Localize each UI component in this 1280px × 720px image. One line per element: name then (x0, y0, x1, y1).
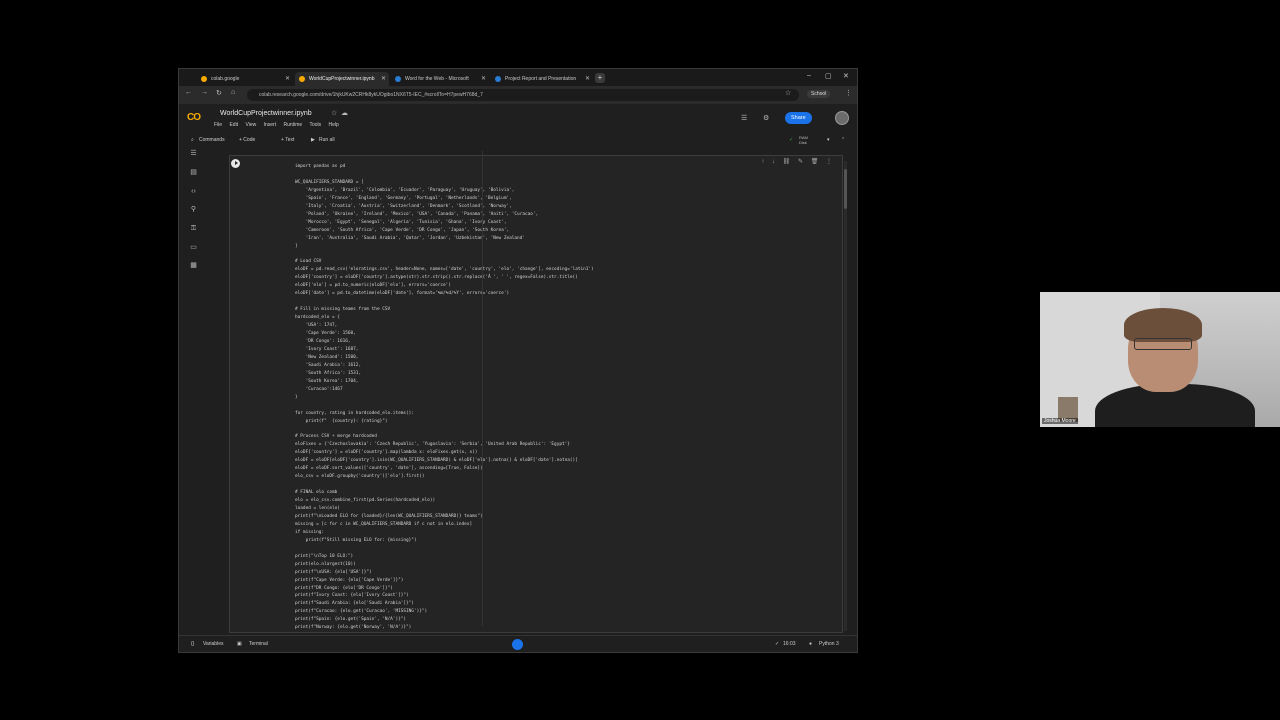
tab-colab-google[interactable]: colab.google ✕ (197, 72, 293, 86)
close-icon[interactable]: ✕ (585, 72, 590, 86)
terminal-button[interactable]: Terminal (249, 641, 268, 647)
tab-project-report[interactable]: Project Report and Presentation ✕ (491, 72, 593, 86)
run-cell-button[interactable] (231, 159, 240, 168)
new-tab-button[interactable]: + (595, 73, 605, 83)
menu-bar: File Edit View Insert Runtime Tools Help (214, 122, 345, 128)
resource-meter[interactable]: RAM Disk (799, 135, 808, 145)
line-length-guide (482, 151, 483, 626)
colab-header: CO WorldCupProjectwinner.ipynb ☆ ☁ File … (179, 104, 857, 134)
runtime-dropdown-icon[interactable]: ▾ (827, 137, 830, 143)
notebook-area: import pandas as pd WC_QUALIFIERS_STANDA… (209, 151, 843, 633)
code-snippets-icon[interactable]: ‹› (189, 187, 198, 196)
code-cell[interactable]: import pandas as pd WC_QUALIFIERS_STANDA… (229, 155, 843, 633)
status-bar: {} Variables ▣ Terminal ✓ 16:03 ● Python… (179, 635, 857, 652)
floating-action-button[interactable] (512, 639, 523, 650)
link-icon[interactable]: ⛓ (783, 159, 791, 165)
tab-label: colab.google (211, 76, 240, 82)
commands-button[interactable]: Commands (199, 137, 225, 143)
tab-strip: colab.google ✕ WorldCupProjectwinner.ipy… (179, 69, 857, 86)
tab-label: WorldCupProjectwinner.ipynb (309, 76, 375, 82)
webcam-overlay: Joshua Moore (1040, 292, 1280, 427)
check-icon: ✓ (775, 641, 780, 647)
secrets-key-icon[interactable]: ⚿ (189, 224, 198, 233)
code-editor[interactable]: import pandas as pd WC_QUALIFIERS_STANDA… (295, 163, 594, 632)
run-all-icon[interactable]: ▶ (311, 137, 315, 143)
maximize-icon[interactable]: ▢ (825, 72, 832, 80)
webcam-person-hair (1124, 308, 1202, 342)
tab-word[interactable]: Word for the Web - Microsoft ✕ (391, 72, 489, 86)
back-icon[interactable]: ← (185, 89, 192, 96)
colab-favicon (299, 76, 305, 82)
tab-label: Word for the Web - Microsoft (405, 76, 469, 82)
connected-check-icon: ✓ (789, 137, 794, 143)
menu-runtime[interactable]: Runtime (284, 122, 303, 128)
share-button[interactable]: Share (785, 112, 812, 124)
close-icon[interactable]: ✕ (285, 72, 290, 86)
address-bar-row: ← → ↻ ⌂ colab.research.google.com/drive/… (179, 86, 857, 104)
notebook-toolbar: ⌕ Commands + Code + Text ▶ Run all ✓ RAM… (179, 134, 857, 147)
notes-icon[interactable]: ▤ (189, 168, 198, 177)
add-code-button[interactable]: + Code (239, 137, 255, 143)
variables-icon[interactable]: {} (191, 641, 194, 647)
avatar[interactable] (835, 111, 849, 125)
word-favicon (395, 76, 401, 82)
browser-window: colab.google ✕ WorldCupProjectwinner.ipy… (178, 68, 858, 653)
commands-icon[interactable]: ⌕ (191, 137, 194, 143)
cell-toolbar: ↑ ↓ ⛓ ✎ 🗑 ⋮ (755, 158, 832, 165)
left-sidebar: ☰ ▤ ‹› ⚲ ⚿ ▭ ▦ (179, 149, 209, 634)
edit-icon[interactable]: ✎ (798, 159, 803, 165)
search-icon[interactable]: ⚲ (189, 205, 198, 214)
more-icon[interactable]: ⋮ (826, 159, 832, 165)
close-icon[interactable]: ✕ (381, 72, 386, 86)
close-window-icon[interactable]: ✕ (843, 72, 849, 80)
execution-time: 16:03 (783, 641, 796, 647)
menu-view[interactable]: View (245, 122, 256, 128)
minimize-icon[interactable]: – (807, 72, 811, 79)
notebook-title[interactable]: WorldCupProjectwinner.ipynb (220, 110, 312, 117)
menu-edit[interactable]: Edit (229, 122, 238, 128)
close-icon[interactable]: ✕ (481, 72, 486, 86)
home-icon[interactable]: ⌂ (231, 89, 235, 96)
webcam-person-glasses (1134, 338, 1192, 350)
menu-tools[interactable]: Tools (309, 122, 321, 128)
run-all-button[interactable]: Run all (319, 137, 335, 143)
url-field[interactable]: colab.research.google.com/drive/1hjkUKw2… (247, 89, 799, 101)
move-down-icon[interactable]: ↓ (772, 159, 775, 165)
word-favicon (495, 76, 501, 82)
settings-icon[interactable]: ⚙ (763, 114, 769, 122)
tab-notebook[interactable]: WorldCupProjectwinner.ipynb ✕ (295, 72, 389, 86)
variables-button[interactable]: Variables (203, 641, 223, 647)
scrollbar-thumb[interactable] (844, 169, 847, 209)
forward-icon[interactable]: → (201, 89, 208, 96)
webcam-name-label: Joshua Moore (1042, 418, 1078, 424)
colab-favicon (201, 76, 207, 82)
reload-icon[interactable]: ↻ (216, 89, 222, 97)
disk-label: Disk (799, 140, 807, 145)
terminal-icon[interactable]: ▣ (237, 641, 242, 647)
bookmark-star-icon[interactable]: ☆ (785, 89, 791, 97)
cloud-icon[interactable]: ☁ (341, 109, 348, 117)
menu-insert[interactable]: Insert (264, 122, 277, 128)
tab-label: Project Report and Presentation (505, 76, 577, 82)
move-up-icon[interactable]: ↑ (761, 159, 764, 165)
colab-logo[interactable]: CO (187, 112, 201, 123)
menu-help[interactable]: Help (329, 122, 339, 128)
browser-menu-icon[interactable]: ⋮ (845, 89, 852, 97)
add-text-button[interactable]: + Text (281, 137, 294, 143)
table-of-contents-icon[interactable]: ☰ (189, 149, 198, 158)
comments-icon[interactable]: ☰ (741, 114, 747, 122)
runtime-label[interactable]: Python 3 (819, 641, 839, 647)
star-icon[interactable]: ☆ (331, 109, 337, 117)
delete-icon[interactable]: 🗑 (811, 159, 819, 165)
files-folder-icon[interactable]: ▭ (189, 243, 198, 252)
collapse-header-icon[interactable]: ⌃ (841, 137, 845, 143)
python-icon: ● (809, 641, 813, 647)
menu-file[interactable]: File (214, 122, 222, 128)
scrollbar[interactable] (844, 161, 847, 631)
profile-chip[interactable]: School (807, 90, 831, 98)
data-table-icon[interactable]: ▦ (189, 261, 198, 270)
